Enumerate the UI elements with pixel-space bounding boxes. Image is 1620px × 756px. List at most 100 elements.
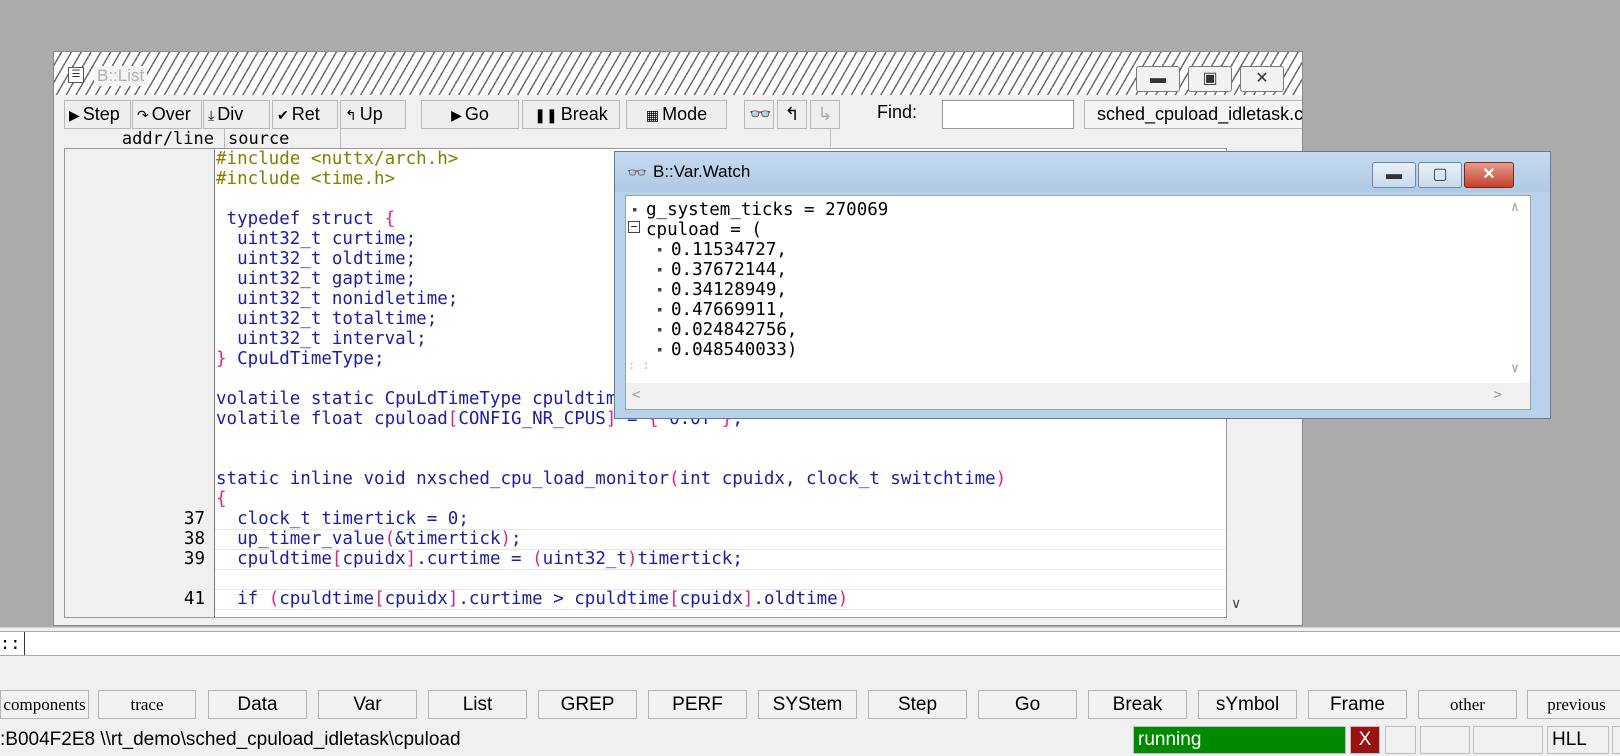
watch-vertical-scrollbar[interactable]: ∧ ∨: [1506, 196, 1530, 380]
softkey-button[interactable]: Frame: [1308, 690, 1407, 719]
status-field-empty-1: [1385, 726, 1416, 754]
bullet-icon: ▪: [632, 205, 638, 215]
line-number: 37: [183, 509, 205, 529]
watch-window: 👓 B::Var.Watch ▬ ▢ ✕ ▪ g_system_ticks = 2…: [614, 151, 1551, 419]
line-number: 39: [183, 549, 205, 569]
softkey-button[interactable]: previous: [1527, 690, 1620, 719]
go-button[interactable]: ▶ Go: [421, 100, 519, 129]
source-code: uint32_t curtime;: [216, 229, 417, 249]
softkey-button[interactable]: SYStem: [758, 690, 857, 719]
source-code: if (cpuldtime[cpuidx].curtime > cpuldtim…: [216, 589, 849, 609]
div-button[interactable]: ⤓ Div: [203, 100, 270, 129]
close-icon[interactable]: ✕: [1240, 66, 1284, 92]
source-code: static inline void nxsched_cpu_load_moni…: [216, 469, 1007, 489]
bullet-icon: ▪: [657, 265, 663, 275]
command-input[interactable]: [24, 632, 1620, 655]
source-code: uint32_t oldtime;: [216, 249, 417, 269]
over-button[interactable]: ↷ Over: [132, 100, 202, 129]
source-code: uint32_t interval;: [216, 329, 427, 349]
chevron-down-icon[interactable]: ∨: [1231, 595, 1241, 612]
chevron-right-icon[interactable]: >: [1494, 387, 1502, 403]
pause-icon: ❚❚: [534, 107, 558, 123]
down-frame-button[interactable]: ↳: [810, 100, 840, 129]
down-frame-icon: ↳: [817, 104, 833, 124]
watch-value: 0.048540033): [671, 340, 798, 360]
softkey-button[interactable]: List: [428, 690, 527, 719]
up-frame-icon: ↰: [784, 104, 800, 124]
source-code: uint32_t gaptime;: [216, 269, 417, 289]
source-line[interactable]: 39 cpuldtime[cpuidx].curtime = (uint32_t…: [65, 549, 1226, 569]
source-header[interactable]: source: [224, 129, 341, 149]
maximize-icon[interactable]: ▢: [1418, 162, 1462, 188]
list-toolbar: ▶ Step ↷ Over ⤓ Div ✔ Ret ↰ Up ▶ Go ❚❚ Break ▦ M…: [64, 100, 1302, 129]
chevron-left-icon[interactable]: <: [632, 387, 640, 403]
bullet-icon: ▪: [657, 345, 663, 355]
close-icon[interactable]: ✕: [1464, 162, 1514, 188]
up-button[interactable]: ↰ Up: [340, 100, 406, 129]
softkey-button[interactable]: Var: [318, 690, 417, 719]
source-code: typedef struct {: [216, 209, 396, 229]
debug-mode-indicator[interactable]: HLL: [1547, 726, 1609, 754]
minimize-icon[interactable]: ▬: [1372, 162, 1416, 188]
source-code: } CpuLdTimeType;: [216, 349, 385, 369]
minimize-icon[interactable]: ▬: [1136, 66, 1180, 92]
status-field-empty-2: [1420, 726, 1470, 754]
watch-value: 0.024842756,: [671, 320, 798, 340]
source-code: uint32_t nonidletime;: [216, 289, 459, 309]
list-window-title: B::List: [94, 66, 148, 86]
watch-value: cpuload = (: [646, 220, 762, 240]
softkey-button[interactable]: other: [1418, 690, 1517, 719]
glasses-icon: 👓: [627, 165, 647, 182]
break-button[interactable]: ❚❚ Break: [522, 100, 620, 129]
watch-titlebar[interactable]: 👓 B::Var.Watch ▬ ▢ ✕: [615, 152, 1550, 192]
softkey-button[interactable]: Break: [1088, 690, 1187, 719]
watch-value: 0.37672144,: [671, 260, 787, 280]
chevron-down-icon[interactable]: ∨: [1511, 361, 1519, 376]
list-titlebar[interactable]: ☰ B::List ▬ ▣ ✕: [54, 52, 1302, 95]
softkey-button[interactable]: trace: [98, 690, 196, 719]
softkey-button[interactable]: Data: [208, 690, 307, 719]
addr-line-header[interactable]: addr/line: [64, 129, 214, 149]
step-button[interactable]: ▶ Step: [64, 100, 131, 129]
source-line[interactable]: 38 up_timer_value(&timertick);: [65, 529, 1226, 549]
watch-value: 0.34128949,: [671, 280, 787, 300]
chevron-up-icon[interactable]: ∧: [1511, 200, 1519, 215]
maximize-icon[interactable]: ▣: [1188, 66, 1232, 92]
resize-dots-icon: : :: [628, 358, 650, 372]
find-input[interactable]: [942, 100, 1074, 129]
softkey-button[interactable]: PERF: [648, 690, 747, 719]
watch-list[interactable]: ▪ g_system_ticks = 270069 cpuload = (▪ 0.11…: [625, 195, 1531, 410]
softkey-button[interactable]: sYmbol: [1198, 690, 1297, 719]
header-spacer: [340, 129, 831, 147]
column-header: addr/line source: [64, 129, 1302, 149]
source-line[interactable]: {: [65, 489, 1226, 509]
status-path: :B004F2E8 \\rt_demo\sched_cpuload_idleta…: [0, 729, 461, 750]
source-line[interactable]: static inline void nxsched_cpu_load_moni…: [65, 469, 1226, 489]
watch-button[interactable]: 👓: [744, 100, 774, 129]
softkey-button[interactable]: Step: [868, 690, 967, 719]
up-icon: ↰: [345, 107, 357, 123]
bullet-icon: ▪: [657, 325, 663, 335]
status-bar: :B004F2E8 \\rt_demo\sched_cpuload_idleta…: [0, 726, 1620, 756]
collapse-icon[interactable]: −: [628, 221, 640, 233]
line-number: 41: [183, 589, 205, 609]
state-x-indicator: X: [1350, 726, 1380, 754]
source-line[interactable]: [65, 449, 1226, 469]
softkey-button[interactable]: components: [0, 690, 89, 719]
ret-button[interactable]: ✔ Ret: [272, 100, 338, 129]
watch-horizontal-scrollbar[interactable]: < >: [626, 383, 1530, 409]
line-number: 38: [183, 529, 205, 549]
source-line[interactable]: [65, 429, 1226, 449]
module-context[interactable]: sched_cpuload_idletask.c: [1084, 100, 1302, 129]
source-code: uint32_t totaltime;: [216, 309, 438, 329]
source-line[interactable]: 41 if (cpuldtime[cpuidx].curtime > cpuld…: [65, 589, 1226, 609]
command-prompt: ::: [0, 634, 21, 654]
command-line: ::: [0, 631, 1620, 656]
source-line[interactable]: 37 clock_t timertick = 0;: [65, 509, 1226, 529]
softkey-button[interactable]: Go: [978, 690, 1077, 719]
up-frame-button[interactable]: ↰: [777, 100, 807, 129]
list-window-icon: ☰: [68, 67, 84, 83]
source-line[interactable]: [65, 569, 1226, 589]
mode-button[interactable]: ▦ Mode: [626, 100, 727, 129]
softkey-button[interactable]: GREP: [538, 690, 637, 719]
